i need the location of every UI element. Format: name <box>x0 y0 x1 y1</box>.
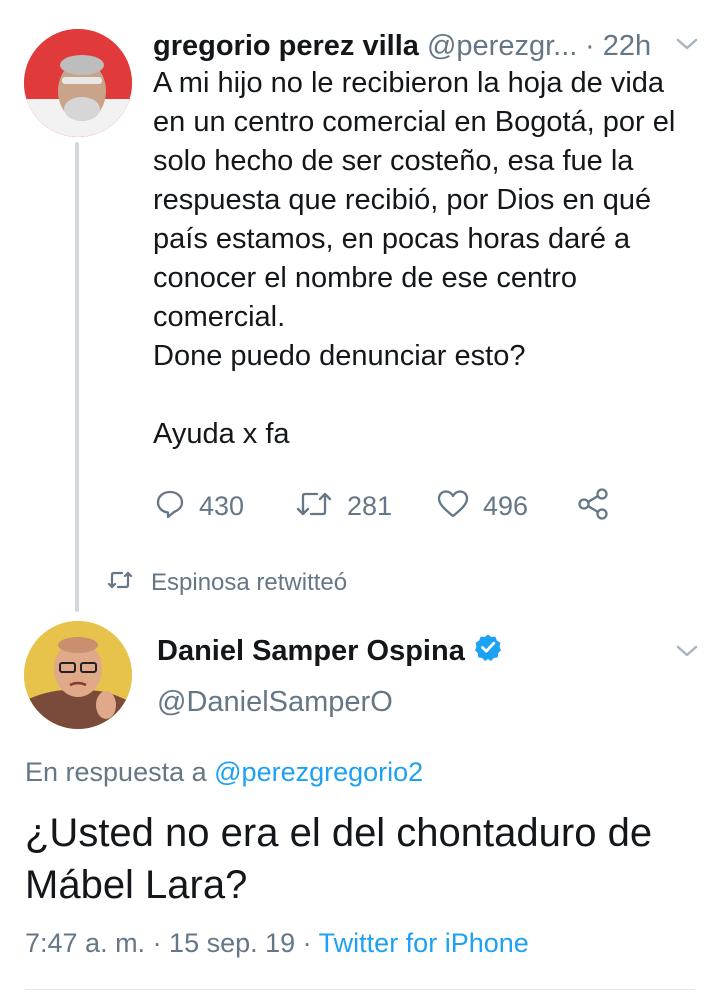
like-button[interactable]: 496 <box>437 484 528 528</box>
tweet1-body-line: conocer el nombre de ese centro <box>153 262 577 294</box>
reply-to-mention-link[interactable]: @perezgregorio2 <box>214 757 423 787</box>
tweet1-body-line: respuesta que recibió, por Dios en qué <box>153 184 652 216</box>
tweet1-body-line: Ayuda x fa <box>153 418 290 450</box>
tweet2-meta: 7:47 a. m. · 15 sep. 19 · Twitter for iP… <box>25 928 529 959</box>
retweet-icon <box>295 489 333 524</box>
verified-badge-icon <box>474 633 502 669</box>
tweet1-body-line: A mi hijo no le recibieron la hoja de vi… <box>153 67 665 99</box>
avatar-daniel[interactable] <box>24 621 132 729</box>
tweet1-body-line: país estamos, en pocas horas daré a <box>153 223 631 255</box>
like-icon <box>437 489 469 524</box>
reply-to-context: En respuesta a @perezgregorio2 <box>25 757 423 788</box>
divider <box>25 989 695 990</box>
retweet-count: 281 <box>347 490 393 521</box>
chevron-down-icon[interactable] <box>675 36 699 57</box>
reply-count: 430 <box>199 490 245 521</box>
tweet1-header: gregorio perez villa @perezgr... · 22h <box>153 26 713 66</box>
thread-connector-line <box>75 142 79 612</box>
tweet1-body: A mi hijo no le recibieron la hoja de vi… <box>153 64 713 454</box>
reply-to-prefix: En respuesta a <box>25 757 207 787</box>
retweet-notice-text: Espinosa retwitteó <box>151 569 348 596</box>
tweet2-author-name[interactable]: Daniel Samper Ospina <box>157 635 465 668</box>
share-button[interactable] <box>577 484 609 528</box>
tweet1-timestamp[interactable]: · 22h <box>585 26 651 66</box>
tweet2-author-name-row[interactable]: Daniel Samper Ospina <box>157 633 502 669</box>
tweet1-body-line: Done puedo denunciar esto? <box>153 340 526 372</box>
reply-button[interactable]: 430 <box>155 484 244 528</box>
tweet1-author-handle[interactable]: @perezgr... <box>427 30 577 62</box>
tweet1-body-line: en un centro comercial en Bogotá, por el <box>153 106 676 138</box>
chevron-down-icon[interactable] <box>675 643 699 664</box>
tweet2-author-handle[interactable]: @DanielSamperO <box>157 686 393 719</box>
tweet2-body: ¿Usted no era el del chontaduro de Mábel… <box>25 811 653 907</box>
retweet-notice[interactable]: Espinosa retwitteó <box>107 565 347 601</box>
tweet2-timestamp: 7:47 a. m. · 15 sep. 19 · <box>25 928 312 958</box>
share-icon <box>577 487 609 525</box>
reply-icon <box>155 489 185 524</box>
retweet-icon <box>107 569 133 597</box>
tweet2-source-link[interactable]: Twitter for iPhone <box>319 928 529 958</box>
tweet1-body-line: comercial. <box>153 301 286 333</box>
tweet1-author-name[interactable]: gregorio perez villa <box>153 30 419 62</box>
retweet-button[interactable]: 281 <box>295 484 392 528</box>
like-count: 496 <box>483 490 529 521</box>
tweet1-body-line: solo hecho de ser costeño, esa fue la <box>153 145 634 177</box>
avatar-gregorio[interactable] <box>24 29 132 137</box>
